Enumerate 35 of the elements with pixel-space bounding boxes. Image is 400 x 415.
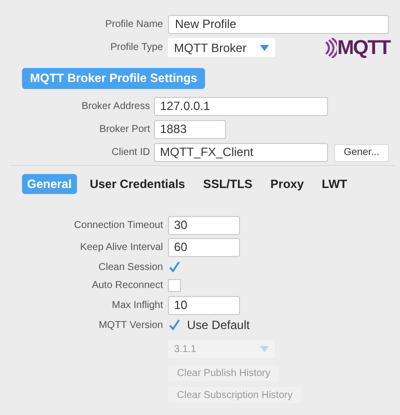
checkbox-label: Use Default [187, 317, 250, 334]
generate-button[interactable]: Gener... [334, 144, 389, 162]
field-label: Connection Timeout [73, 218, 164, 232]
text-field[interactable]: 30 [168, 216, 240, 234]
text-field[interactable]: 10 [168, 296, 240, 314]
tab[interactable]: SSL/TLS [198, 174, 258, 194]
signal-waves-icon [325, 38, 338, 58]
field-label: MQTT Version [98, 318, 164, 332]
logo-text: MQTT [337, 38, 390, 58]
field-label: Broker Port [98, 123, 151, 137]
field-label: Keep Alive Interval [79, 240, 164, 254]
field-label: Max Inflight [110, 298, 164, 312]
dropdown-value: 3.1.1 [174, 342, 196, 356]
field-label: Broker Address [80, 100, 151, 114]
tab[interactable]: LWT [316, 174, 352, 194]
dropdown[interactable]: MQTT Broker [168, 38, 275, 57]
field-label: Profile Name [104, 18, 164, 32]
tab[interactable]: Proxy [265, 174, 309, 194]
text-field[interactable]: 60 [168, 238, 240, 256]
dropdown-value: MQTT Broker [174, 40, 246, 56]
text-field[interactable]: 127.0.0.1 [154, 97, 328, 116]
text-field[interactable]: MQTT_FX_Client [154, 143, 328, 162]
field-label: Clean Session [98, 260, 164, 274]
checkbox[interactable] [168, 318, 181, 332]
text-field[interactable]: 1883 [154, 120, 226, 139]
text-field[interactable]: New Profile [168, 15, 389, 34]
field-label: Client ID [110, 146, 151, 160]
field-label: Auto Reconnect [90, 278, 164, 292]
caret-icon [260, 346, 269, 352]
section-heading: MQTT Broker Profile Settings [22, 68, 206, 89]
checkbox[interactable] [168, 278, 181, 292]
checkbox[interactable] [168, 260, 181, 274]
tab[interactable]: User Credentials [84, 174, 190, 194]
field-label: Profile Type [109, 41, 164, 55]
caret-icon [260, 44, 269, 50]
